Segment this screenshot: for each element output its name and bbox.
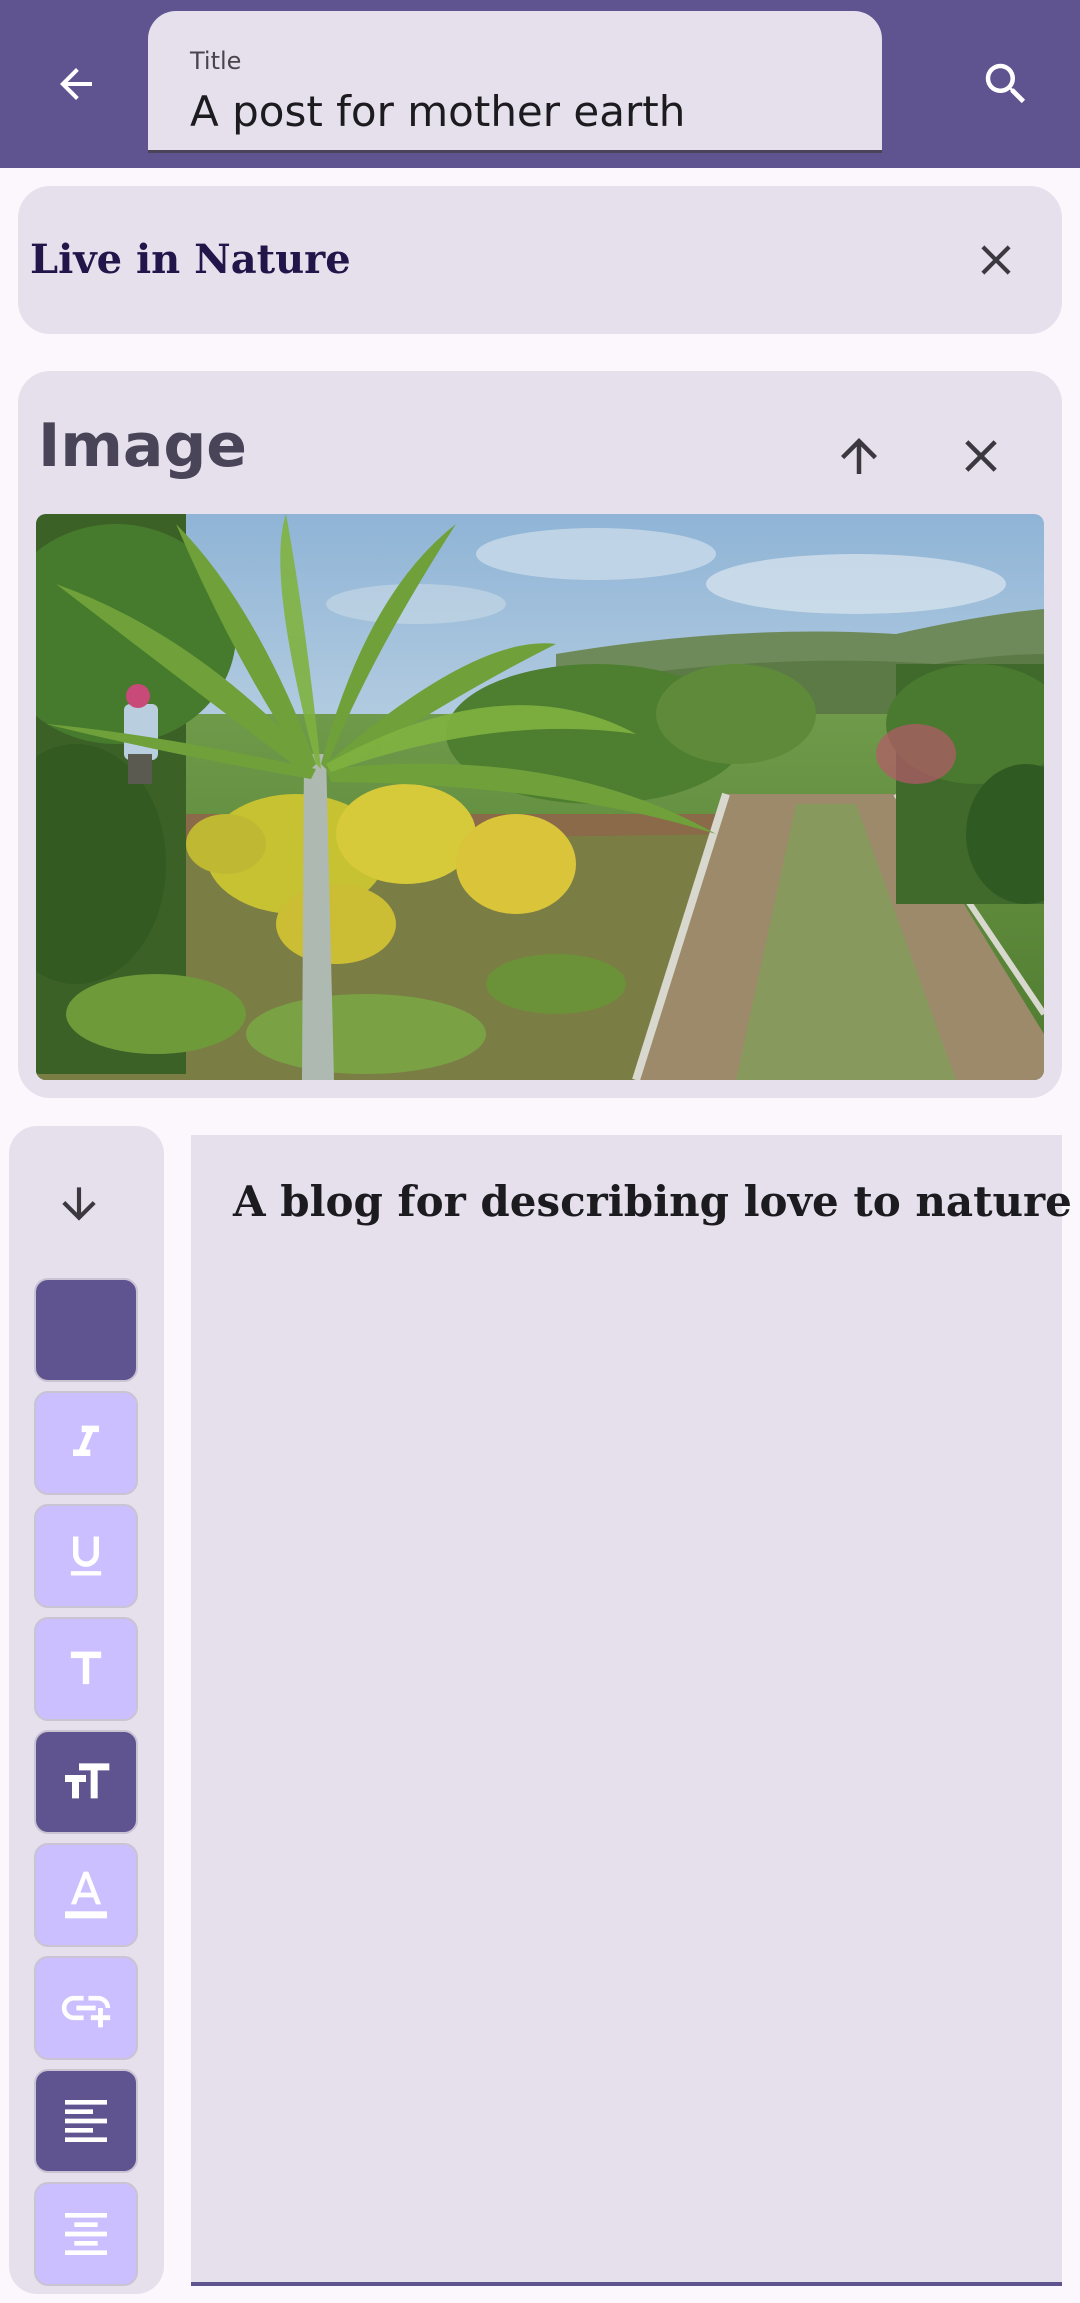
bold-icon — [86, 1330, 87, 1331]
align-center-icon — [65, 2213, 107, 2255]
close-icon — [965, 440, 997, 472]
search-icon — [985, 63, 1026, 104]
title-input-label: Title — [190, 47, 242, 75]
align-center-button[interactable] — [34, 2182, 138, 2286]
text-color-icon — [65, 1871, 107, 1919]
bold-button[interactable] — [34, 1278, 138, 1382]
tag-label: Live in Nature — [30, 236, 351, 283]
italic-button[interactable] — [34, 1391, 138, 1495]
collapse-toolbar-button[interactable] — [39, 1164, 119, 1244]
title-input-value[interactable]: A post for mother earth — [190, 87, 685, 136]
close-icon — [981, 245, 1011, 275]
image-block: Image — [18, 371, 1062, 1098]
title-input[interactable]: Title A post for mother earth — [148, 11, 882, 153]
text-style-icon — [70, 1651, 102, 1685]
top-app-bar: Title A post for mother earth — [0, 0, 1080, 168]
remove-image-button[interactable] — [936, 411, 1026, 501]
underline-button[interactable] — [34, 1504, 138, 1608]
text-size-button[interactable] — [34, 1730, 138, 1834]
align-left-button[interactable] — [34, 2069, 138, 2173]
text-style-button[interactable] — [34, 1617, 138, 1721]
tag-card: Live in Nature — [18, 186, 1062, 334]
underline-icon — [70, 1536, 102, 1576]
arrow-back-icon — [60, 68, 92, 100]
arrow-down-icon — [62, 1187, 96, 1221]
arrow-up-icon — [841, 438, 877, 474]
italic-icon — [73, 1425, 99, 1456]
back-button[interactable] — [36, 44, 116, 124]
add-link-icon — [61, 1995, 111, 2028]
add-link-button[interactable] — [34, 1956, 138, 2060]
move-up-button[interactable] — [814, 411, 904, 501]
formatting-toolbar — [9, 1126, 164, 2294]
align-left-icon — [65, 2100, 107, 2142]
garden-photo — [36, 514, 1044, 1080]
text-editor[interactable]: A blog for describing love to nature — [191, 1135, 1072, 2286]
remove-tag-button[interactable] — [956, 220, 1036, 300]
text-color-button[interactable] — [34, 1843, 138, 1947]
search-button[interactable] — [966, 44, 1046, 124]
editor-content[interactable]: A blog for describing love to nature — [233, 1177, 1072, 1226]
text-size-icon — [65, 1763, 110, 1799]
image-block-heading: Image — [38, 411, 247, 481]
